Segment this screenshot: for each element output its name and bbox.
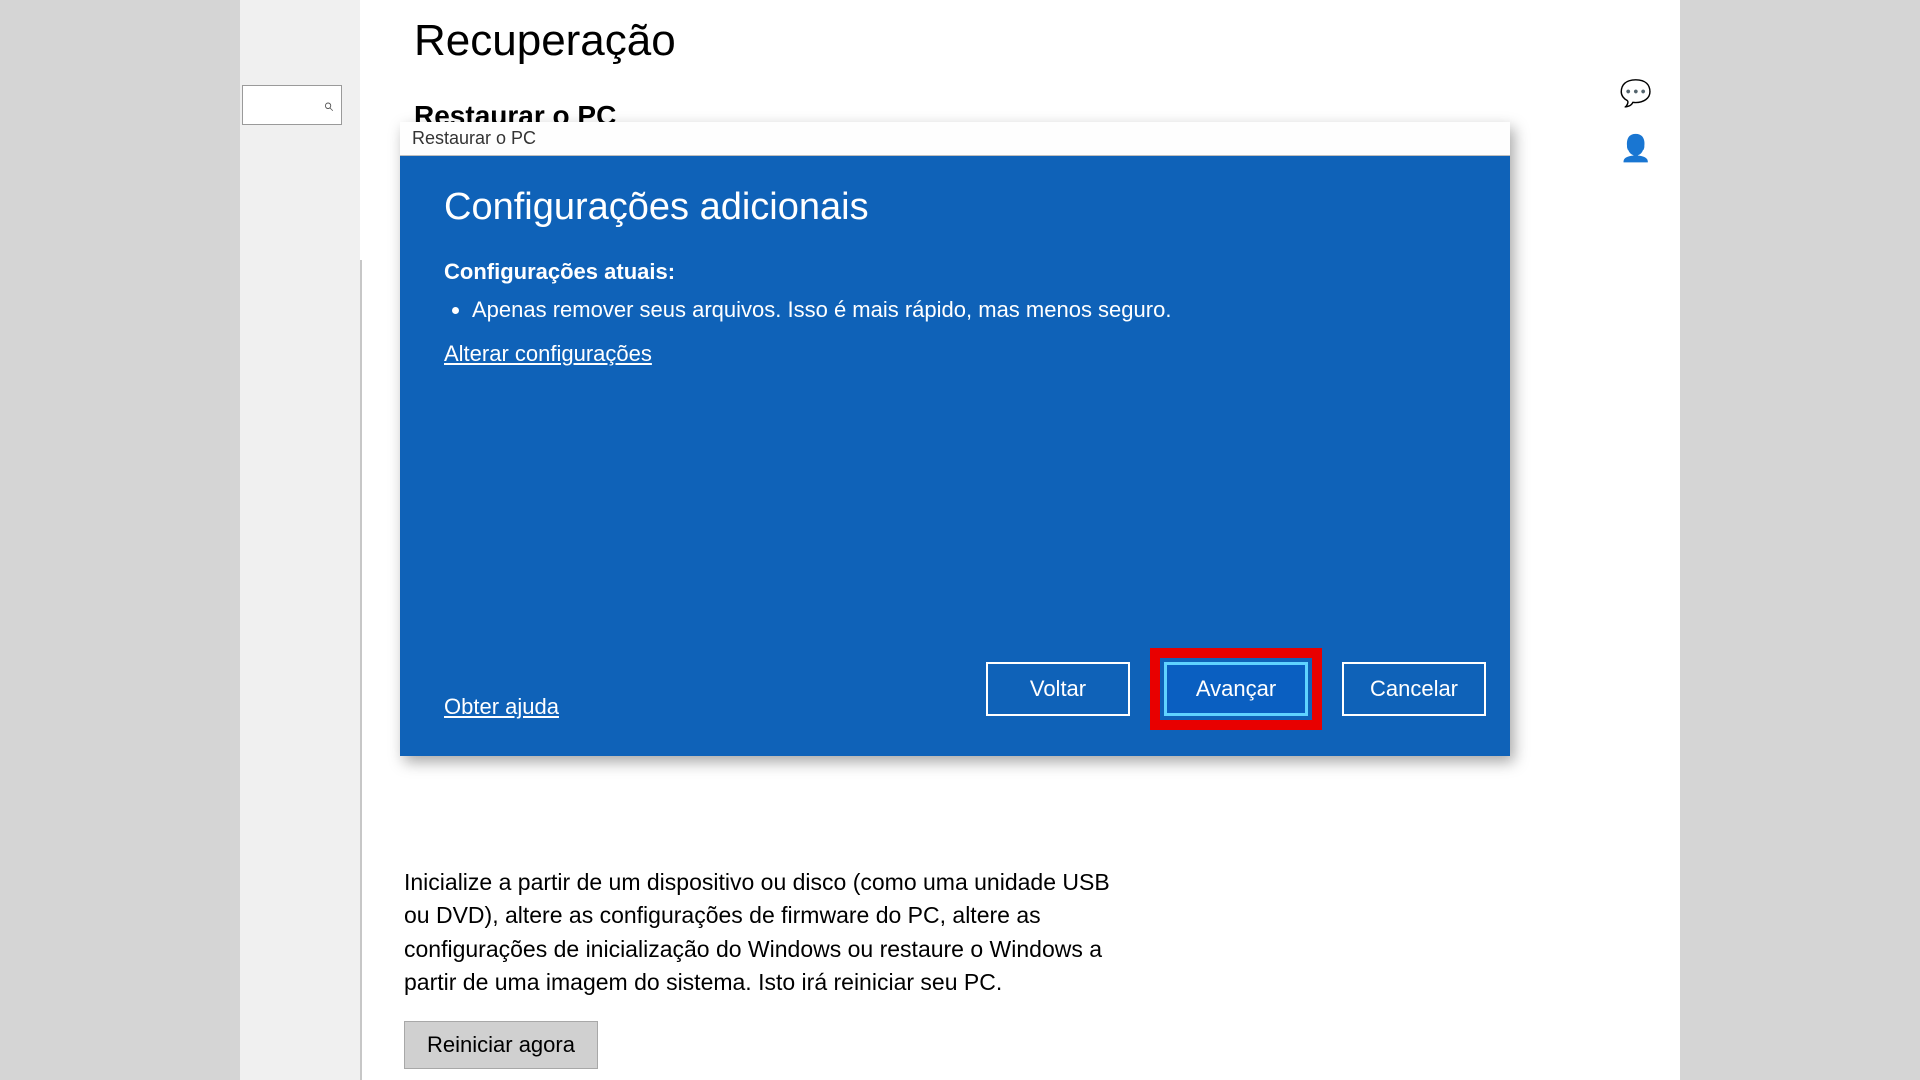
person-icon[interactable]: 👤 — [1620, 133, 1652, 164]
feedback-icon[interactable]: 💬 — [1620, 78, 1652, 109]
main-area: Recuperação Restaurar o PC — [400, 0, 1660, 138]
back-button[interactable]: Voltar — [986, 662, 1130, 716]
dialog-button-row: Voltar Avançar Cancelar — [986, 648, 1486, 730]
get-help-link[interactable]: Obter ajuda — [444, 694, 559, 720]
page-background: ⌕ Recuperação Restaurar o PC 💬 👤 Restaur… — [0, 0, 1920, 1080]
settings-list-item: Apenas remover seus arquivos. Isso é mai… — [472, 297, 1466, 323]
dialog-body: Configurações adicionais Configurações a… — [400, 156, 1510, 756]
restart-now-button[interactable]: Reiniciar agora — [404, 1021, 598, 1069]
next-button[interactable]: Avançar — [1164, 662, 1308, 716]
dialog-heading: Configurações adicionais — [444, 186, 1466, 229]
sidebar — [240, 0, 360, 1080]
right-icon-column: 💬 👤 — [1620, 78, 1652, 164]
dialog-titlebar: Restaurar o PC — [400, 122, 1510, 156]
search-icon: ⌕ — [323, 95, 333, 116]
search-input[interactable]: ⌕ — [242, 85, 342, 125]
settings-list: Apenas remover seus arquivos. Isso é mai… — [472, 297, 1466, 323]
advanced-startup-text: Inicialize a partir de um dispositivo ou… — [404, 869, 1110, 995]
highlight-annotation: Avançar — [1150, 648, 1322, 730]
reset-pc-dialog: Restaurar o PC Configurações adicionais … — [400, 122, 1510, 756]
divider — [360, 260, 362, 1080]
current-settings-label: Configurações atuais: — [444, 259, 1466, 285]
advanced-startup-description: Inicialize a partir de um dispositivo ou… — [404, 866, 1124, 1069]
change-settings-link[interactable]: Alterar configurações — [444, 341, 652, 366]
cancel-button[interactable]: Cancelar — [1342, 662, 1486, 716]
page-title: Recuperação — [414, 16, 1660, 66]
